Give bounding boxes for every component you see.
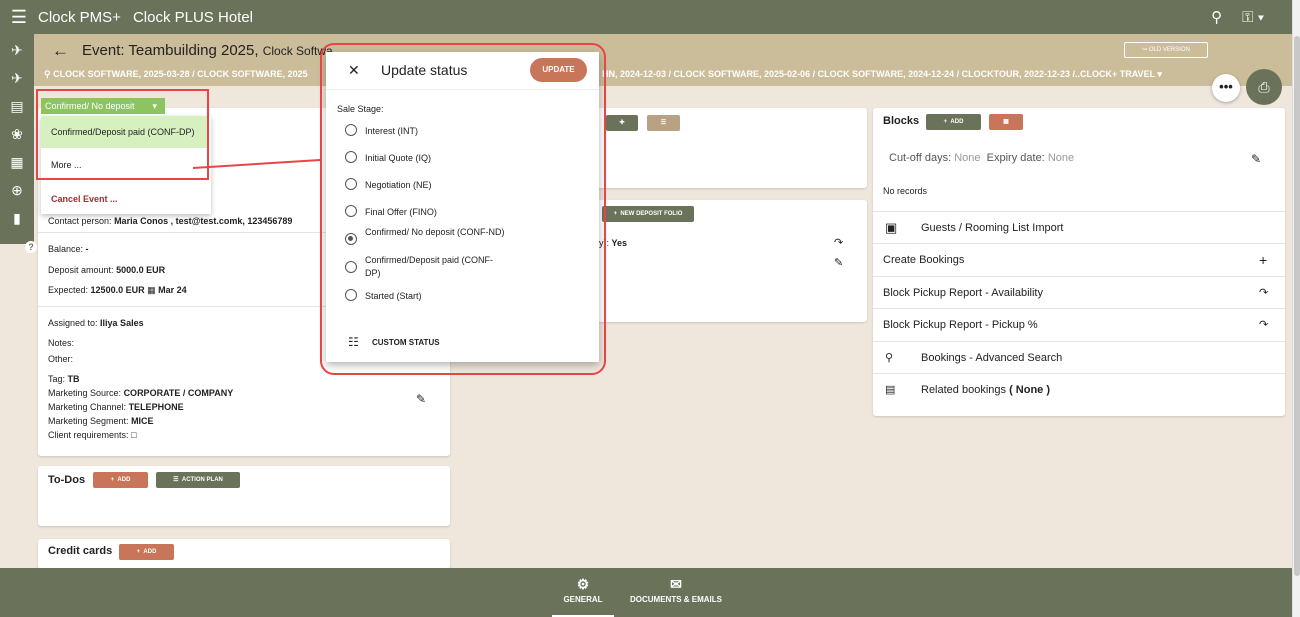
blocks-calendar-button[interactable]: ▦ [989, 114, 1023, 130]
tag-row: Tag: TB [48, 374, 80, 384]
new-deposit-folio-button[interactable]: + NEW DEPOSIT FOLIO [602, 206, 694, 222]
calendar-icon[interactable]: ▦ [6, 152, 28, 172]
middle-card-deposit: + NEW DEPOSIT FOLIO ny): Yes ↷ ✎ [594, 200, 867, 322]
scrollbar[interactable] [1292, 0, 1300, 617]
help-icon[interactable]: ? [25, 241, 37, 253]
cutoff-row: Cut-off days: None Expiry date: None [889, 152, 1075, 164]
client-req-row: Client requirements: □ [48, 430, 137, 440]
back-arrow-icon[interactable]: ← [52, 41, 69, 61]
todos-title: To-Dos [48, 474, 86, 486]
marketing-channel-row: Marketing Channel: TELEPHONE [48, 402, 184, 412]
blocks-add-button[interactable]: + ADD [926, 114, 981, 130]
marketing-source-row: Marketing Source: CORPORATE / COMPANY [48, 388, 234, 398]
bed-icon[interactable]: ▤ [6, 96, 28, 116]
tab-documents[interactable]: ✉ DOCUMENTS & EMAILS [624, 576, 728, 604]
checklist-icon[interactable]: ☰ [647, 115, 680, 131]
calendar-small-icon: ▦ [147, 285, 156, 295]
list-item-create-bookings[interactable]: Create Bookings + [873, 243, 1285, 275]
list-item-pickup-availability[interactable]: Block Pickup Report - Availability ↷ [873, 276, 1285, 308]
list-item-pickup-percent[interactable]: Block Pickup Report - Pickup % ↷ [873, 308, 1285, 340]
notes-row: Notes: [48, 338, 75, 348]
highlight-box-dialog [320, 43, 606, 375]
left-rail: ✈ ✈ ▤ ❀ ▦ ⊕ ▮ [0, 34, 34, 244]
checkbox[interactable]: □ [131, 430, 136, 440]
breadcrumb[interactable]: ⚲ CLOCK SOFTWARE, 2025-03-28 / CLOCK SOF… [44, 69, 308, 80]
more-options-button[interactable]: ••• [1212, 74, 1240, 102]
hotel-name[interactable]: Clock PLUS Hotel [133, 9, 253, 26]
blocks-title: Blocks [883, 115, 920, 127]
search-icon[interactable]: ⚲ [1211, 8, 1222, 26]
gear-icon: ⚙ [576, 576, 590, 592]
balance-row: Balance: - [48, 244, 89, 254]
middle-card-top: ✚ ☰ [594, 108, 867, 188]
arrivals-icon[interactable]: ✈ [6, 68, 28, 88]
credit-card-add-button[interactable]: + ADD [119, 544, 174, 560]
tab-general[interactable]: ⚙ GENERAL [552, 576, 614, 617]
top-bar: ☰ Clock PMS+ Clock PLUS Hotel ⚲ ⚿ ▾ [0, 0, 1292, 34]
highlight-box-menu [36, 89, 209, 180]
list-item-advanced-search[interactable]: ⚲ Bookings - Advanced Search [873, 341, 1285, 373]
redirect-icon: ↷ [1259, 319, 1269, 331]
old-version-button[interactable]: ↪ OLD VERSION [1124, 42, 1208, 58]
print-button[interactable]: ⎙ [1246, 69, 1282, 105]
redirect-icon: ↷ [1259, 287, 1269, 299]
bottom-nav: ⚙ GENERAL ✉ DOCUMENTS & EMAILS [0, 568, 1292, 617]
plus-icon: + [1259, 252, 1268, 268]
expected-row: Expected: 12500.0 EUR ▦ Mar 24 [48, 285, 187, 295]
edit-pencil-icon[interactable]: ✎ [834, 256, 843, 269]
book-icon[interactable]: ▮ [6, 208, 28, 228]
todo-add-button[interactable]: + ADD [93, 472, 148, 488]
deposit-row: Deposit amount: 5000.0 EUR [48, 265, 166, 275]
other-row: Other: [48, 354, 74, 364]
import-icon: ▣ [885, 220, 898, 235]
assigned-row: Assigned to: Iliya Sales [48, 318, 144, 328]
departures-icon[interactable]: ✈ [6, 40, 28, 60]
search-icon: ⚲ [885, 352, 894, 364]
contact-row: Contact person: Maria Conos , test@test.… [48, 216, 293, 226]
credit-cards-card: Credit cards + ADD [38, 539, 450, 569]
page-title: Event: Teambuilding 2025, Clock Softwa [82, 42, 333, 59]
add-circle-icon[interactable]: ⊕ [6, 180, 28, 200]
event-header: ← Event: Teambuilding 2025, Clock Softwa… [34, 34, 1292, 86]
edit-pencil-icon[interactable]: ✎ [1251, 152, 1261, 166]
briefcase-icon: ▤ [885, 384, 896, 396]
restaurant-icon[interactable]: ✚ [606, 115, 638, 131]
envelope-icon: ✉ [670, 576, 682, 592]
list-item-rooming-import[interactable]: ▣ Guests / Rooming List Import [873, 211, 1285, 243]
app-brand: Clock PMS+ [38, 8, 121, 26]
list-item-related-bookings[interactable]: ▤ Related bookings ( None ) [873, 373, 1285, 405]
menu-item-cancel-event[interactable]: Cancel Event ... [51, 194, 118, 204]
blocks-card: Blocks + ADD ▦ Cut-off days: None Expiry… [873, 108, 1285, 416]
action-plan-button[interactable]: ☰ ACTION PLAN [156, 472, 240, 488]
no-records: No records [883, 186, 928, 196]
redirect-icon[interactable]: ↷ [834, 236, 843, 249]
leaf-icon[interactable]: ❀ [6, 124, 28, 144]
marketing-segment-row: Marketing Segment: MICE [48, 416, 154, 426]
scrollbar-thumb[interactable] [1294, 36, 1300, 576]
key-icon[interactable]: ⚿ ▾ [1242, 9, 1264, 26]
hamburger-menu-icon[interactable]: ☰ [0, 7, 38, 28]
todos-card: To-Dos + ADD ☰ ACTION PLAN [38, 466, 450, 526]
breadcrumb-right[interactable]: HN, 2024-12-03 / CLOCK SOFTWARE, 2025-02… [602, 69, 1162, 80]
edit-pencil-icon[interactable]: ✎ [416, 392, 426, 406]
credit-cards-title: Credit cards [48, 545, 113, 557]
